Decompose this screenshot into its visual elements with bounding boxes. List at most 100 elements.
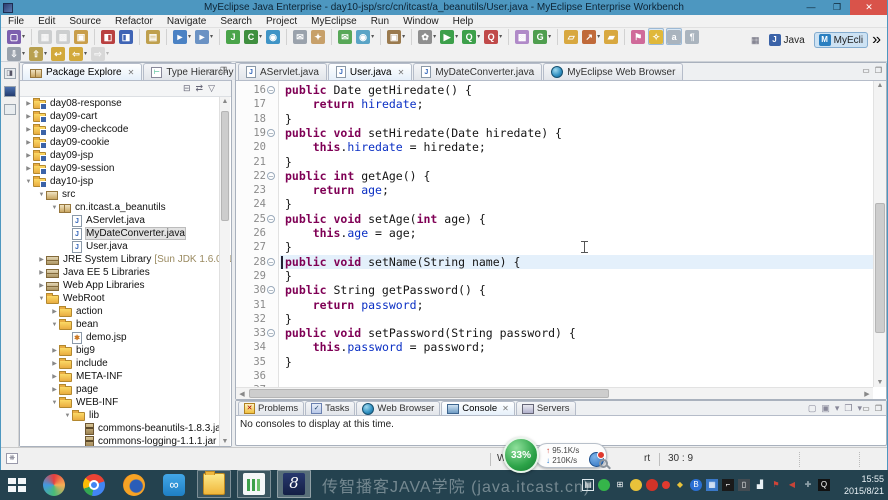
twisty-icon[interactable]: ▶ [24,165,33,172]
lightbulb-toggle-icon[interactable]: ✧ [648,28,664,45]
tab-close-icon[interactable]: ✕ [398,68,405,77]
touch-keyboard-tray-icon[interactable]: ▤ [582,479,594,491]
browser-dropdown-icon[interactable]: ◉▾ [355,28,375,45]
menu-file[interactable]: File [1,15,31,28]
menu-run[interactable]: Run [364,15,396,28]
minimized-outline-icon[interactable] [4,104,16,115]
mark-occurrences-toggle-icon[interactable]: a [666,28,682,45]
tree-item-day08-response[interactable]: ▶day08-response [20,97,219,110]
twisty-icon[interactable]: ▶ [24,126,33,133]
menu-search[interactable]: Search [213,15,259,28]
net-speed-widget[interactable]: ↑ 95.1K/s ↓ 210K/s 33% [503,437,618,473]
minimize-view-icon[interactable]: ▭ [207,66,215,76]
run-server-green-icon[interactable]: Q▾ [461,28,481,45]
twisty-icon[interactable]: ▶ [37,282,46,289]
twisty-icon[interactable]: ▼ [50,205,59,211]
360-safety-app[interactable] [37,470,71,500]
q-app-tray-icon[interactable]: Q [818,479,830,491]
link-with-editor-icon[interactable]: ⇄ [196,83,204,94]
fold-marker-icon[interactable]: – [267,286,275,294]
dropdown-arrow-icon[interactable]: ▾ [84,50,87,57]
dropdown-arrow-icon[interactable]: ▾ [477,33,480,40]
scroll-right-icon[interactable]: ▶ [863,390,871,398]
editor-hscroll-thumb[interactable] [249,389,609,398]
red-ball-tray-icon[interactable] [646,479,658,491]
twisty-icon[interactable]: ▶ [24,113,33,120]
taskbar-clock[interactable]: 15:55 2015/8/21 [844,473,884,497]
tree-item-user-java[interactable]: JUser.java [20,240,219,253]
open-folder-icon[interactable]: ▱ [563,28,579,45]
dropdown-arrow-icon[interactable]: ▾ [455,33,458,40]
console-tab-tasks[interactable]: ✓Tasks [305,401,355,415]
twisty-icon[interactable]: ▶ [24,139,33,146]
twisty-icon[interactable]: ▶ [50,347,59,354]
import-folder-icon[interactable]: ▰ [603,28,619,45]
tree-item-web-inf[interactable]: ▼WEB-INF [20,396,219,409]
perspective-myecli[interactable]: MMyEcli [814,32,868,48]
minimize-button[interactable]: — [798,0,824,15]
perspective-java[interactable]: JJava [764,32,810,48]
menu-navigate[interactable]: Navigate [160,15,213,28]
dropdown-arrow-icon[interactable]: ▾ [402,33,405,40]
fold-marker-icon[interactable]: – [267,258,275,266]
open-console-icon[interactable]: ▢ [808,403,817,414]
tree-item-mydateconverter-java[interactable]: JMyDateConverter.java [20,227,219,240]
new-class-icon[interactable]: C▾ [243,28,263,45]
dropdown-arrow-icon[interactable]: ▾ [106,50,109,57]
mail-icon[interactable]: ✉ [292,28,308,45]
firefox-app[interactable] [117,470,151,500]
derby-basket-icon[interactable]: ▤ [145,28,161,45]
fold-marker-icon[interactable]: – [267,215,275,223]
fold-marker-icon[interactable]: – [267,172,275,180]
open-web-browser-icon[interactable]: ◉ [265,28,281,45]
twisty-icon[interactable]: ▼ [63,413,72,419]
flag-alert-tray-icon[interactable]: ⚑ [770,479,782,491]
volume-tray-icon[interactable]: ◀ [786,479,798,491]
coin-tray-icon[interactable]: ◆ [674,479,686,491]
magnifier-icon[interactable] [599,459,608,468]
editor-tab-aservlet-java[interactable]: JAServlet.java [238,63,327,80]
tree-item-lib[interactable]: ▼lib [20,409,219,422]
tree-item-src[interactable]: ▼src [20,188,219,201]
run-as-server-icon[interactable]: ►▾ [172,28,192,45]
code-editor[interactable]: 16–public Date getHiredate() {17 return … [236,81,886,399]
tool-tray-icon[interactable]: ⌐ [722,479,734,491]
tree-item-web-app-libraries[interactable]: ▶Web App Libraries [20,279,219,292]
collapse-all-icon[interactable]: ⊟ [183,83,191,94]
launch-icon[interactable]: ↗▾ [581,28,601,45]
tree-item-java-ee-5-libraries[interactable]: ▶Java EE 5 Libraries [20,266,219,279]
console-tab-servers[interactable]: Servers [516,401,576,415]
green-ball-tray-icon[interactable] [598,479,610,491]
twisty-icon[interactable]: ▶ [50,360,59,367]
tree-item-demo-jsp[interactable]: ✱demo.jsp [20,331,219,344]
twisty-icon[interactable]: ▶ [50,308,59,315]
project-tree[interactable]: ▶day08-response▶day09-cart▶day09-checkco… [20,97,231,446]
move-handle-tray-icon[interactable]: ✛ [802,479,814,491]
junit-icon[interactable]: ▩ [514,28,530,45]
dropdown-arrow-icon[interactable]: ▾ [22,33,25,40]
tree-item-action[interactable]: ▶action [20,305,219,318]
twisty-icon[interactable]: ▼ [37,296,46,302]
deploy-archive-icon[interactable]: ▣ [73,28,89,45]
tree-item-day09-jsp[interactable]: ▶day09-jsp [20,149,219,162]
coverage-icon[interactable]: G▾ [532,28,552,45]
windows-tray-icon[interactable]: ⊞ [614,479,626,491]
tree-item-meta-inf[interactable]: ▶META-INF [20,370,219,383]
minimize-view-icon[interactable]: ▭ [862,66,870,76]
fold-marker-icon[interactable]: – [267,329,275,337]
save-all-icon[interactable]: ▩ [55,28,71,45]
maximize-view-icon[interactable]: ❐ [875,66,882,76]
display-selected-console-icon[interactable]: ▣ [821,403,830,414]
scroll-left-icon[interactable]: ◀ [238,390,246,398]
dropdown-arrow-icon[interactable]: ▾ [499,33,502,40]
minimized-editor-icon[interactable] [4,86,16,97]
new-report-icon[interactable]: ✉ [337,28,353,45]
touch-point-icon[interactable]: ✦ [310,28,326,45]
console-tab-console[interactable]: Console✕ [441,401,515,415]
console-tab-web-browser[interactable]: Web Browser [356,401,440,415]
menu-project[interactable]: Project [259,15,304,28]
twisty-icon[interactable]: ▼ [50,400,59,406]
deploy-module-icon[interactable]: ◨ [118,28,134,45]
fold-marker-icon[interactable]: – [267,86,275,94]
tree-item-bean[interactable]: ▼bean [20,318,219,331]
